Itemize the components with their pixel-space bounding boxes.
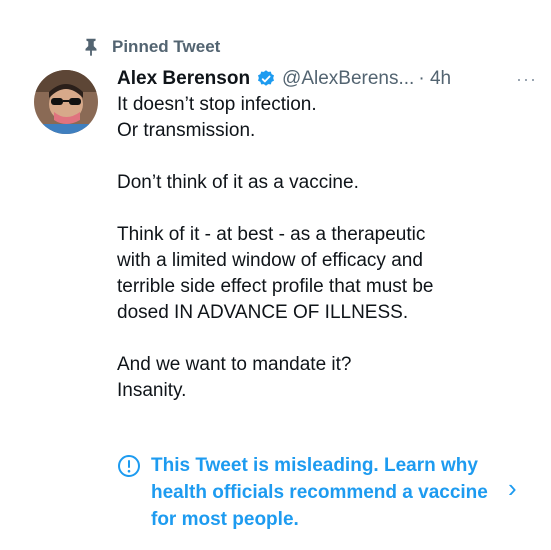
more-options-icon[interactable]: ··· (516, 66, 537, 92)
chevron-right-icon[interactable]: › (508, 475, 517, 501)
line-break (117, 144, 527, 170)
author-handle[interactable]: @AlexBerens... (282, 66, 414, 92)
tweet-line: Don’t think of it as a vaccine. (117, 172, 359, 193)
avatar[interactable] (34, 70, 98, 134)
tweet-line: dosed IN ADVANCE OF ILLNESS. (117, 302, 409, 323)
avatar-image (34, 70, 98, 134)
pinned-label: Pinned Tweet (112, 37, 221, 56)
misleading-notice[interactable]: This Tweet is misleading. Learn why heal… (117, 452, 537, 533)
tweet-time[interactable]: · 4h (418, 66, 451, 92)
tweet-line: Think of it - at best - as a therapeutic (117, 224, 426, 245)
line-break (117, 326, 527, 352)
tweet-line: Insanity. (117, 380, 187, 401)
pin-icon (85, 38, 97, 57)
tweet-header: Alex Berenson @AlexBerens... · 4h ··· (117, 66, 537, 92)
tweet-line: And we want to mandate it? (117, 354, 352, 375)
tweet-line: with a limited window of efficacy and (117, 250, 423, 271)
verified-badge-icon (258, 70, 275, 86)
notice-text[interactable]: This Tweet is misleading. Learn why heal… (151, 452, 501, 533)
tweet-line: terrible side effect profile that must b… (117, 276, 434, 297)
tweet-line: It doesn’t stop infection. (117, 94, 317, 115)
pinned-indicator: Pinned Tweet (80, 36, 220, 58)
tweet-text: It doesn’t stop infection. Or transmissi… (117, 92, 527, 404)
author-name[interactable]: Alex Berenson (117, 66, 250, 92)
exclamation-circle-icon (118, 455, 140, 477)
tweet-line: Or transmission. (117, 120, 256, 141)
line-break (117, 196, 527, 222)
